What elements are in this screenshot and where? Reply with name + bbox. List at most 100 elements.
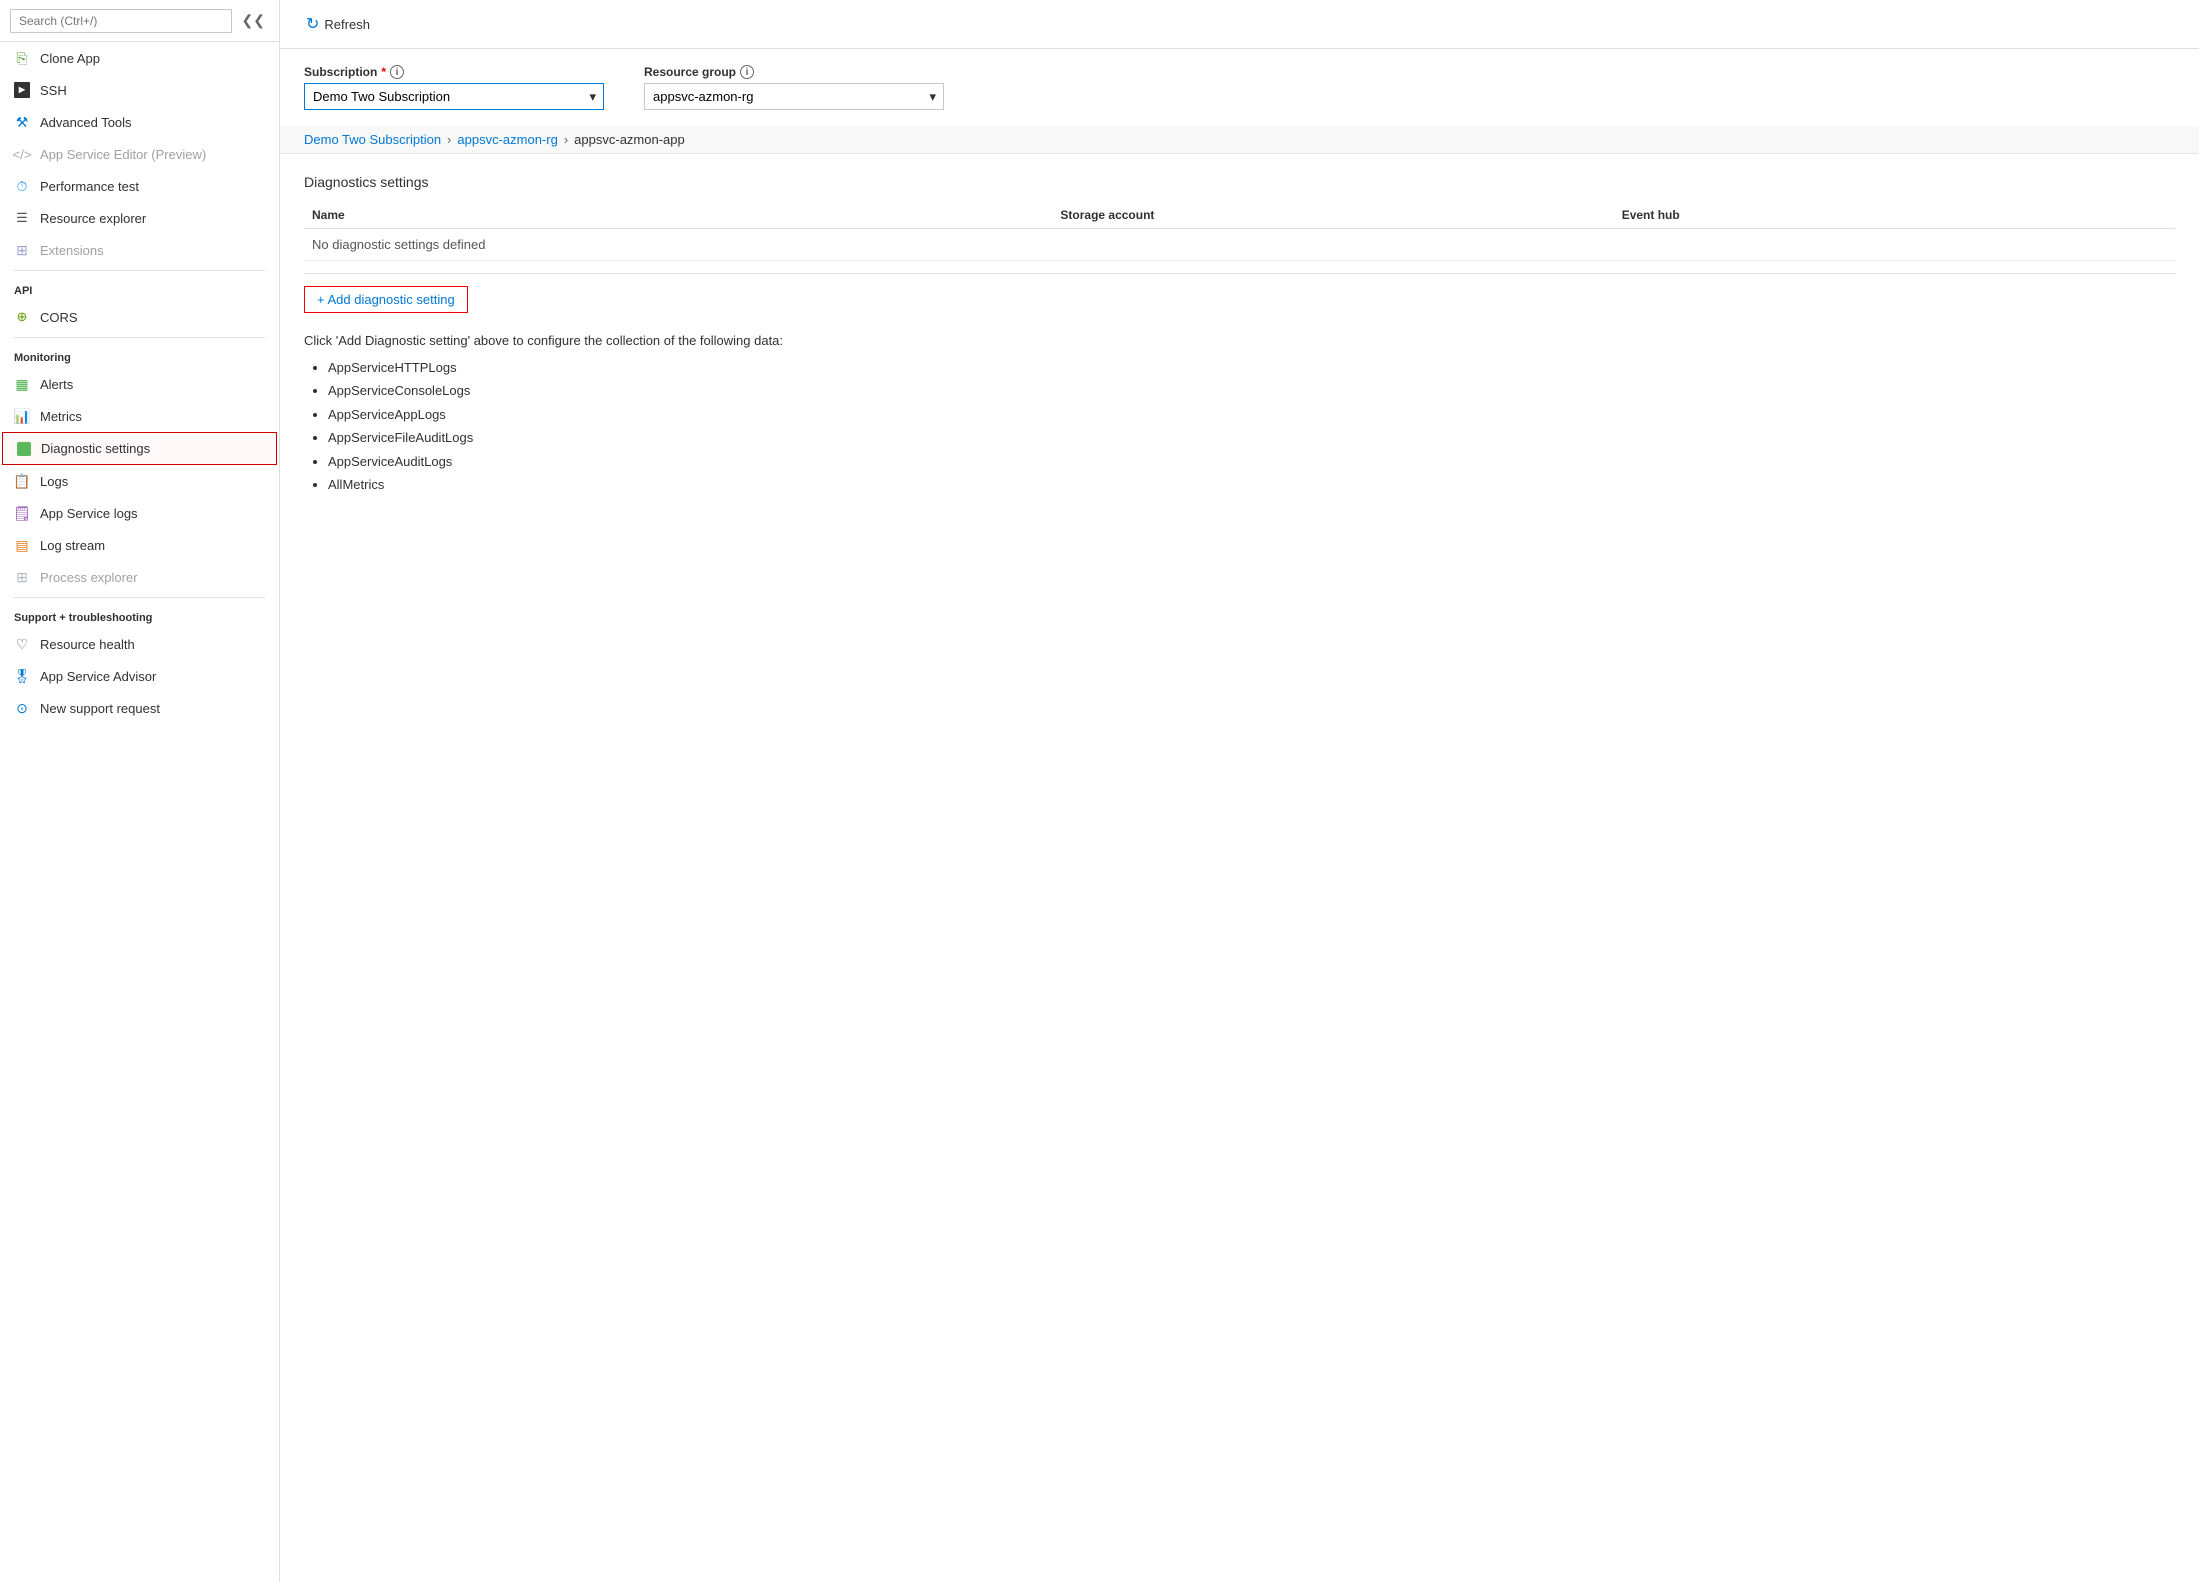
toolbar: ↻ Refresh (280, 0, 2199, 49)
sidebar-search-container: ❮❮ (0, 0, 279, 42)
sidebar-item-app-service-logs[interactable]: 🗒 App Service logs (0, 497, 279, 529)
sidebar-item-diagnostic-settings[interactable]: Diagnostic settings (2, 432, 277, 465)
metrics-icon: 📊 (14, 408, 30, 424)
subscription-select-wrapper: Demo Two Subscription (304, 83, 604, 110)
sidebar-item-app-service-advisor[interactable]: 🎖 App Service Advisor (0, 660, 279, 692)
breadcrumb-resource-group[interactable]: appsvc-azmon-rg (457, 132, 557, 147)
sidebar-item-label: SSH (40, 83, 67, 98)
sidebar-item-label: New support request (40, 701, 160, 716)
refresh-icon: ↻ (306, 14, 319, 34)
form-row: Subscription * i Demo Two Subscription R… (304, 65, 2175, 110)
sidebar-item-resource-health[interactable]: ♡ Resource health (0, 628, 279, 660)
diagnostics-table: Name Storage account Event hub No diagno… (304, 202, 2175, 261)
reshealth-icon: ♡ (14, 636, 30, 652)
section-label-api: API (0, 275, 279, 301)
resource-group-info-icon[interactable]: i (740, 65, 754, 79)
sidebar-item-label: Resource explorer (40, 211, 146, 226)
breadcrumb-subscription[interactable]: Demo Two Subscription (304, 132, 441, 147)
sidebar-item-label: Logs (40, 474, 68, 489)
section-label-support: Support + troubleshooting (0, 602, 279, 628)
sidebar-item-new-support-request[interactable]: ⊙ New support request (0, 692, 279, 724)
resexplorer-icon: ☰ (14, 210, 30, 226)
subscription-select[interactable]: Demo Two Subscription (304, 83, 604, 110)
subscription-info-icon[interactable]: i (390, 65, 404, 79)
sidebar: ❮❮ ⎘ Clone App ▶ SSH ⚒ Advanced Tools </… (0, 0, 280, 1582)
logs-icon: 📋 (14, 473, 30, 489)
sidebar-item-performance-test[interactable]: ⏱ Performance test (0, 170, 279, 202)
main-content: ↻ Refresh Subscription * i Demo Two Subs… (280, 0, 2199, 1582)
resource-group-select-wrapper: appsvc-azmon-rg (644, 83, 944, 110)
sidebar-item-label: App Service Editor (Preview) (40, 147, 206, 162)
divider-api (14, 270, 265, 271)
sidebar-item-clone-app[interactable]: ⎘ Clone App (0, 42, 279, 74)
logstream-icon: ▤ (14, 537, 30, 553)
required-indicator: * (381, 65, 386, 79)
list-item: AppServiceAuditLogs (328, 450, 2175, 473)
instruction-text: Click 'Add Diagnostic setting' above to … (304, 333, 2175, 348)
list-item: AppServiceFileAuditLogs (328, 426, 2175, 449)
breadcrumb-app: appsvc-azmon-app (574, 132, 685, 147)
sidebar-item-logs[interactable]: 📋 Logs (0, 465, 279, 497)
procexp-icon: ⊞ (14, 569, 30, 585)
sidebar-item-app-service-editor[interactable]: </> App Service Editor (Preview) (0, 138, 279, 170)
sidebar-item-cors[interactable]: ⊕ CORS (0, 301, 279, 333)
collapse-button[interactable]: ❮❮ (238, 8, 269, 33)
ext-icon: ⊞ (14, 242, 30, 258)
sidebar-item-label: App Service logs (40, 506, 138, 521)
sidebar-item-metrics[interactable]: 📊 Metrics (0, 400, 279, 432)
sidebar-item-log-stream[interactable]: ▤ Log stream (0, 529, 279, 561)
subscription-group: Subscription * i Demo Two Subscription (304, 65, 604, 110)
breadcrumb: Demo Two Subscription › appsvc-azmon-rg … (280, 126, 2199, 154)
resource-group-select[interactable]: appsvc-azmon-rg (644, 83, 944, 110)
sidebar-item-label: CORS (40, 310, 78, 325)
tools-icon: ⚒ (14, 114, 30, 130)
search-input[interactable] (10, 9, 232, 33)
breadcrumb-sep-1: › (447, 132, 451, 147)
perf-icon: ⏱ (14, 178, 30, 194)
table-row-empty: No diagnostic settings defined (304, 229, 2175, 261)
advisor-icon: 🎖 (14, 668, 30, 684)
cors-icon: ⊕ (14, 309, 30, 325)
resource-group-group: Resource group i appsvc-azmon-rg (644, 65, 944, 110)
sidebar-item-process-explorer[interactable]: ⊞ Process explorer (0, 561, 279, 593)
sidebar-item-label: Resource health (40, 637, 135, 652)
sidebar-item-label: Performance test (40, 179, 139, 194)
divider-support (14, 597, 265, 598)
data-types-list: AppServiceHTTPLogs AppServiceConsoleLogs… (304, 356, 2175, 496)
breadcrumb-sep-2: › (564, 132, 568, 147)
sidebar-item-extensions[interactable]: ⊞ Extensions (0, 234, 279, 266)
sidebar-item-label: Metrics (40, 409, 82, 424)
section-title: Diagnostics settings (304, 174, 2175, 190)
col-header-storage: Storage account (1052, 202, 1613, 229)
sidebar-item-advanced-tools[interactable]: ⚒ Advanced Tools (0, 106, 279, 138)
sidebar-item-label: Process explorer (40, 570, 138, 585)
sidebar-item-label: App Service Advisor (40, 669, 156, 684)
clone-icon: ⎘ (14, 50, 30, 66)
alerts-icon: ▦ (14, 376, 30, 392)
col-header-name: Name (304, 202, 1052, 229)
resource-group-label: Resource group i (644, 65, 944, 79)
applog-icon: 🗒 (14, 505, 30, 521)
list-item: AppServiceAppLogs (328, 403, 2175, 426)
table-divider (304, 273, 2175, 274)
add-diag-label: + Add diagnostic setting (317, 292, 455, 307)
list-item: AppServiceConsoleLogs (328, 379, 2175, 402)
section-label-monitoring: Monitoring (0, 342, 279, 368)
sidebar-item-alerts[interactable]: ▦ Alerts (0, 368, 279, 400)
subscription-label: Subscription * i (304, 65, 604, 79)
sidebar-item-resource-explorer[interactable]: ☰ Resource explorer (0, 202, 279, 234)
list-item: AllMetrics (328, 473, 2175, 496)
ssh-icon: ▶ (14, 82, 30, 98)
list-item: AppServiceHTTPLogs (328, 356, 2175, 379)
col-header-eventhub: Event hub (1614, 202, 2175, 229)
sidebar-item-label: Extensions (40, 243, 104, 258)
diag-icon (17, 442, 31, 456)
sidebar-item-label: Clone App (40, 51, 100, 66)
refresh-button[interactable]: ↻ Refresh (300, 10, 376, 38)
main-body: Subscription * i Demo Two Subscription R… (280, 49, 2199, 1582)
support-icon: ⊙ (14, 700, 30, 716)
add-diagnostic-button[interactable]: + Add diagnostic setting (304, 286, 468, 313)
sidebar-content: ⎘ Clone App ▶ SSH ⚒ Advanced Tools </> A… (0, 42, 279, 1582)
sidebar-item-label: Advanced Tools (40, 115, 132, 130)
sidebar-item-ssh[interactable]: ▶ SSH (0, 74, 279, 106)
